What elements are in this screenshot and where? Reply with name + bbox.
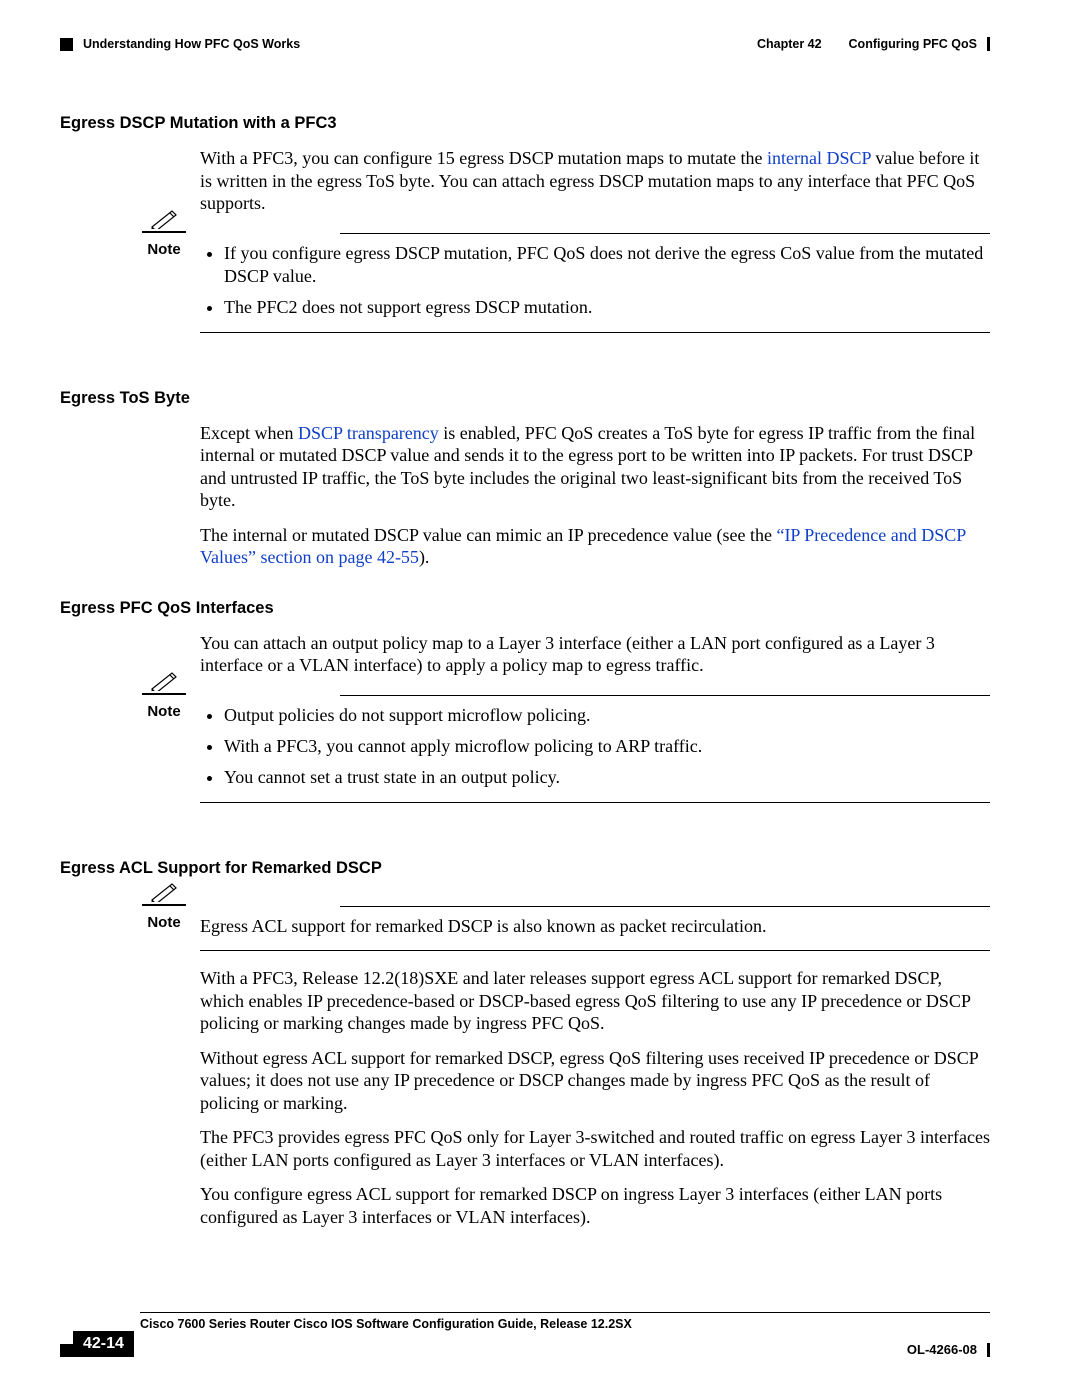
header-section: Understanding How PFC QoS Works (83, 37, 300, 51)
header-chapter-title: Configuring PFC QoS (849, 37, 977, 51)
note-label: Note (140, 914, 188, 931)
note-icon (140, 209, 188, 233)
sec1-para1: With a PFC3, you can configure 15 egress… (200, 147, 990, 215)
footer-vbar (987, 1343, 990, 1357)
heading-egress-acl-support: Egress ACL Support for Remarked DSCP (60, 859, 990, 878)
footer-book-title: Cisco 7600 Series Router Cisco IOS Softw… (140, 1317, 990, 1331)
sec3-para1: You can attach an output policy map to a… (200, 632, 990, 677)
heading-egress-pfc-qos-interfaces: Egress PFC QoS Interfaces (60, 599, 990, 618)
link-internal-dscp[interactable]: internal DSCP (767, 148, 871, 168)
note-icon (140, 882, 188, 906)
sec2-para1: Except when DSCP transparency is enabled… (200, 422, 990, 512)
running-header: Understanding How PFC QoS Works Chapter … (60, 30, 990, 58)
note-label: Note (140, 703, 188, 720)
sec4-note-text: Egress ACL support for remarked DSCP is … (200, 907, 990, 938)
footer-docnum: OL-4266-08 (907, 1342, 977, 1357)
note-block-sec4: Note Egress ACL support for remarked DSC… (60, 906, 990, 938)
header-vbar (987, 37, 990, 51)
sec2-para2: The internal or mutated DSCP value can m… (200, 524, 990, 569)
sec3-note-bullet2: With a PFC3, you cannot apply microflow … (224, 735, 990, 758)
sec4-para3: The PFC3 provides egress PFC QoS only fo… (200, 1126, 990, 1171)
footer-bullet (60, 1344, 73, 1357)
sec4-para1: With a PFC3, Release 12.2(18)SXE and lat… (200, 967, 990, 1035)
note-block-sec1: Note If you configure egress DSCP mutati… (60, 233, 990, 320)
heading-egress-tos-byte: Egress ToS Byte (60, 389, 990, 408)
note-icon (140, 671, 188, 695)
header-bullet-left (60, 38, 73, 51)
note-block-sec3: Note Output policies do not support micr… (60, 695, 990, 790)
page-number: 42-14 (73, 1331, 134, 1357)
note-label: Note (140, 241, 188, 258)
header-chapter-prefix: Chapter 42 (757, 37, 822, 51)
sec3-note-bullet3: You cannot set a trust state in an outpu… (224, 766, 990, 789)
sec1-note-bullet2: The PFC2 does not support egress DSCP mu… (224, 296, 990, 319)
sec1-note-bullet1: If you configure egress DSCP mutation, P… (224, 242, 990, 289)
link-dscp-transparency[interactable]: DSCP transparency (298, 423, 439, 443)
page-footer: Cisco 7600 Series Router Cisco IOS Softw… (60, 1312, 990, 1357)
sec3-note-bullet1: Output policies do not support microflow… (224, 704, 990, 727)
sec4-para4: You configure egress ACL support for rem… (200, 1183, 990, 1228)
heading-egress-dscp-mutation: Egress DSCP Mutation with a PFC3 (60, 114, 990, 133)
sec4-para2: Without egress ACL support for remarked … (200, 1047, 990, 1115)
